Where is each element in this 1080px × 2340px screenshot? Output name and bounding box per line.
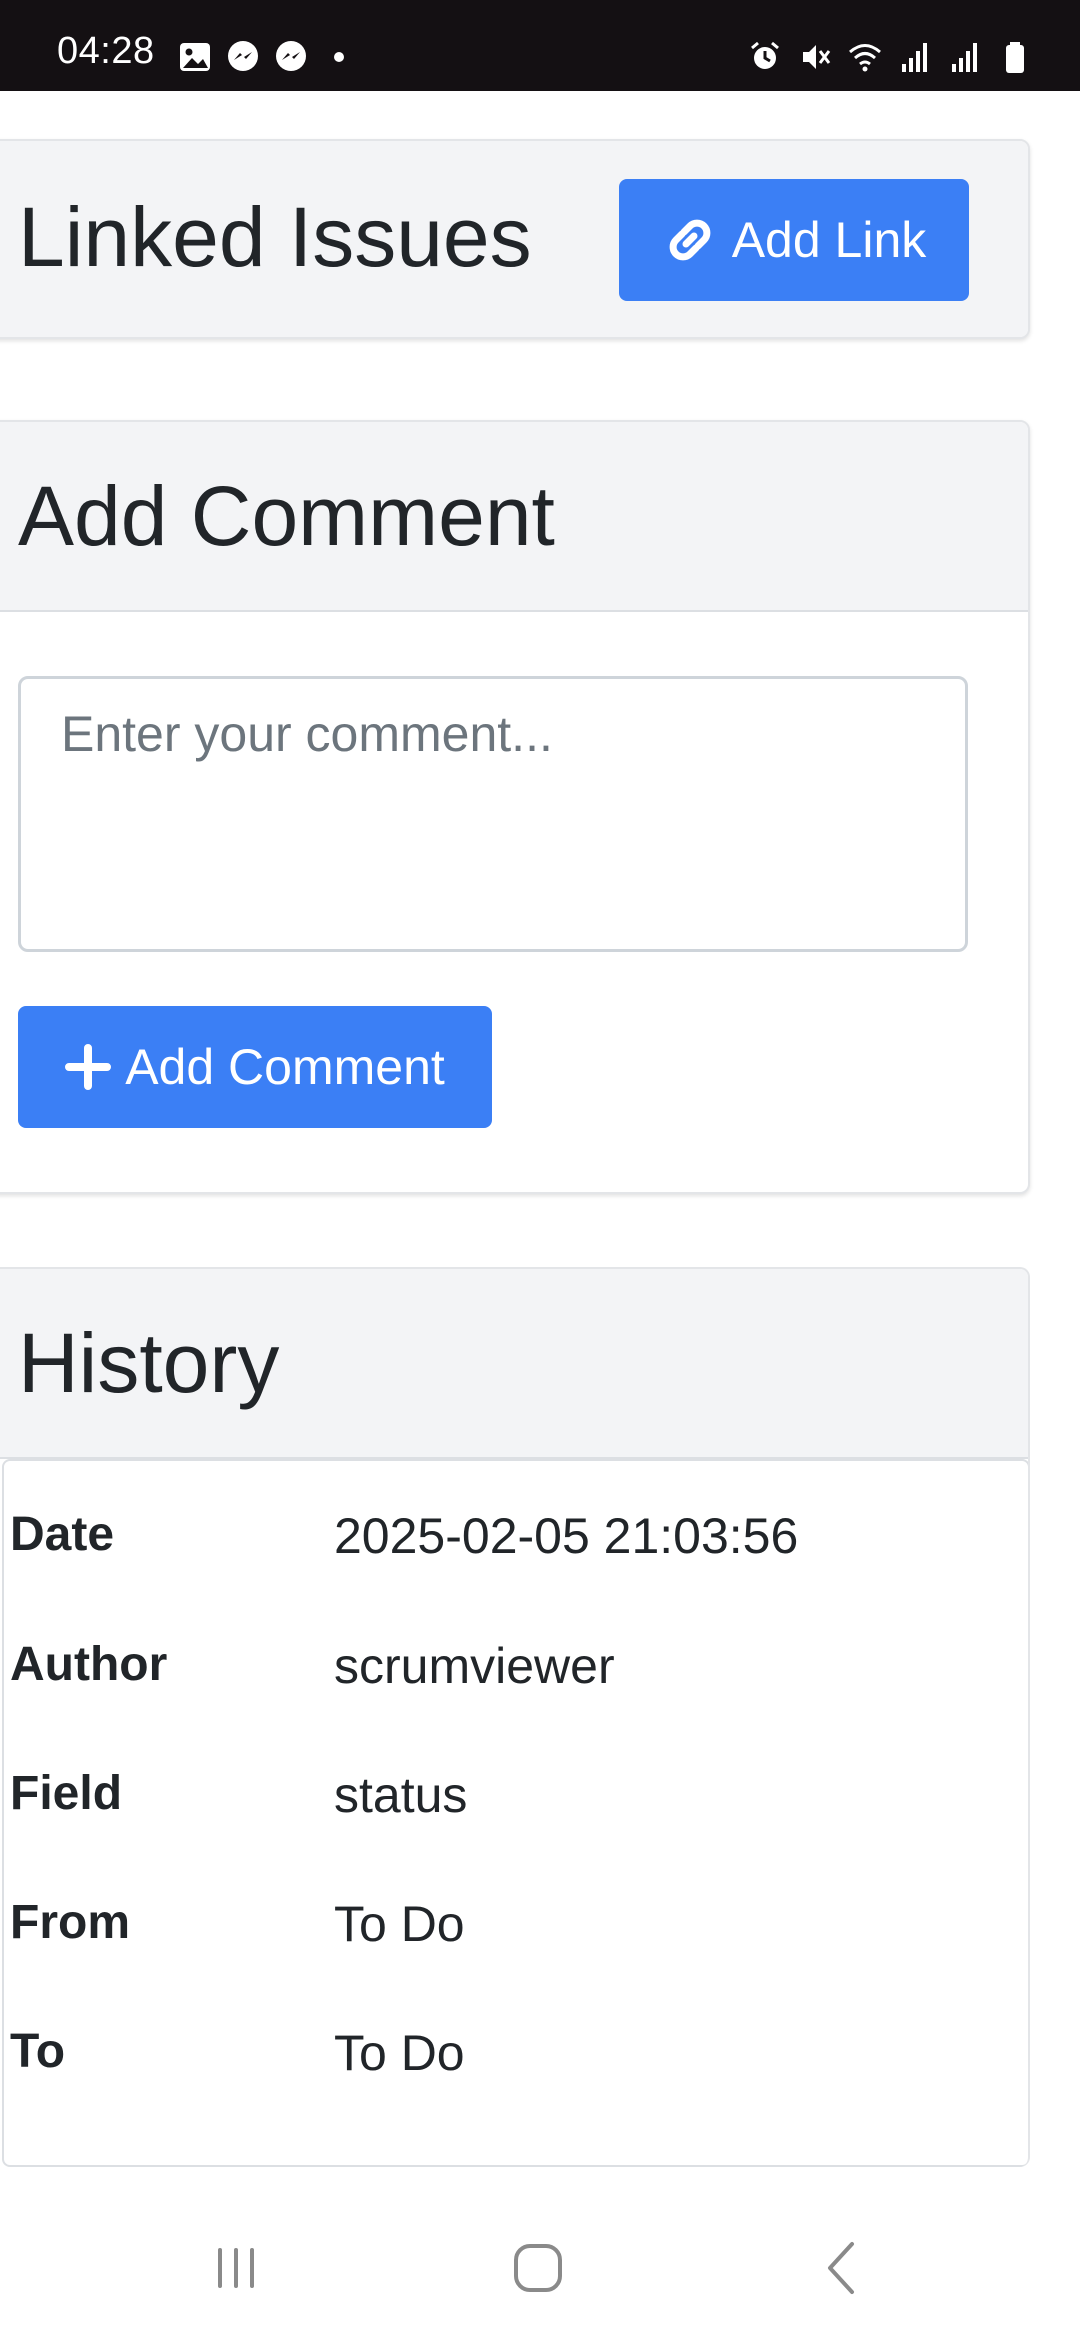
history-value: 2025-02-05 21:03:56 bbox=[334, 1508, 799, 1564]
history-header: History bbox=[0, 1269, 1028, 1459]
history-card: History Date 2025-02-05 21:03:56 Author … bbox=[0, 1267, 1030, 2167]
history-title: History bbox=[18, 1316, 280, 1410]
recent-apps-icon bbox=[218, 2248, 254, 2288]
signal-icon bbox=[902, 43, 927, 72]
add-comment-label: Add Comment bbox=[125, 1039, 445, 1095]
add-link-label: Add Link bbox=[731, 212, 927, 268]
history-label: To bbox=[10, 2025, 66, 2078]
messenger-icon bbox=[276, 41, 306, 71]
status-bar: 04:28 bbox=[0, 0, 1080, 91]
add-link-button[interactable]: Add Link bbox=[619, 179, 969, 301]
navigation-bar bbox=[0, 2196, 1080, 2340]
link-icon bbox=[669, 219, 711, 261]
history-row-date: Date 2025-02-05 21:03:56 bbox=[4, 1461, 1028, 1591]
add-comment-header: Add Comment bbox=[0, 422, 1028, 612]
history-label: Field bbox=[10, 1767, 123, 1820]
back-icon bbox=[828, 2242, 854, 2294]
status-time: 04:28 bbox=[57, 30, 155, 72]
messenger-icon bbox=[228, 41, 258, 71]
mute-icon bbox=[803, 45, 831, 69]
home-button[interactable] bbox=[498, 2236, 578, 2300]
history-value: To Do bbox=[334, 2025, 465, 2081]
comment-input[interactable] bbox=[18, 676, 968, 952]
history-label: From bbox=[10, 1896, 130, 1949]
add-comment-button[interactable]: Add Comment bbox=[18, 1006, 492, 1128]
linked-issues-title: Linked Issues bbox=[18, 190, 532, 284]
add-comment-title: Add Comment bbox=[18, 469, 555, 563]
alarm-icon bbox=[751, 41, 779, 69]
linked-issues-card: Linked Issues Add Link bbox=[0, 139, 1030, 339]
home-icon bbox=[514, 2244, 562, 2292]
history-value: scrumviewer bbox=[334, 1638, 615, 1694]
notification-icons bbox=[178, 40, 356, 74]
wifi-icon bbox=[849, 44, 881, 72]
back-button[interactable] bbox=[802, 2236, 882, 2300]
recent-apps-button[interactable] bbox=[196, 2236, 276, 2300]
history-value: status bbox=[334, 1767, 468, 1823]
history-row-field: Field status bbox=[4, 1720, 1028, 1850]
dot-icon bbox=[334, 52, 344, 62]
system-icons bbox=[748, 40, 1032, 74]
history-row-from: From To Do bbox=[4, 1849, 1028, 1979]
add-comment-card: Add Comment Add Comment bbox=[0, 420, 1030, 1194]
history-label: Date bbox=[10, 1508, 115, 1561]
history-label: Author bbox=[10, 1638, 168, 1691]
signal-icon bbox=[952, 43, 977, 72]
history-value: To Do bbox=[334, 1896, 465, 1952]
battery-icon bbox=[1006, 42, 1024, 73]
history-table: Date 2025-02-05 21:03:56 Author scrumvie… bbox=[2, 1459, 1028, 2167]
gallery-icon bbox=[180, 43, 210, 71]
history-row-author: Author scrumviewer bbox=[4, 1591, 1028, 1721]
plus-icon bbox=[65, 1044, 112, 1090]
history-row-to: To To Do bbox=[4, 1978, 1028, 2108]
linked-issues-header: Linked Issues Add Link bbox=[0, 141, 1028, 337]
